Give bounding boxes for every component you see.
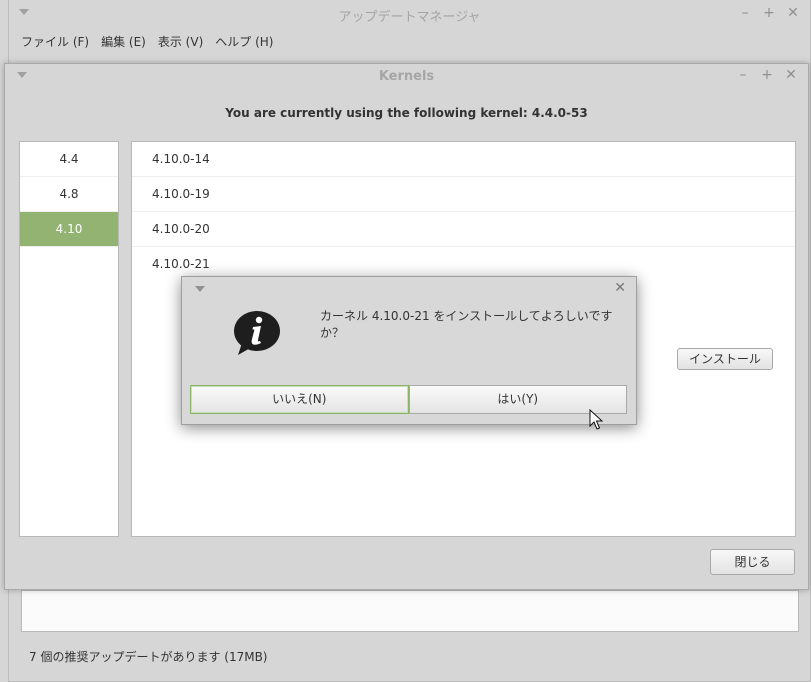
info-icon (234, 311, 280, 355)
kernel-row[interactable]: 4.10.0-20 (132, 212, 795, 247)
kernels-titlebar[interactable]: Kernels – + ✕ (5, 64, 808, 89)
window-menu-icon[interactable] (17, 72, 27, 78)
menubar: ファイル (F) 編集 (E) 表示 (V) ヘルプ (H) (9, 30, 810, 52)
menu-help[interactable]: ヘルプ (H) (215, 33, 273, 50)
menu-view[interactable]: 表示 (V) (158, 33, 203, 50)
kernel-series-list: 4.4 4.8 4.10 (19, 141, 119, 537)
close-icon[interactable]: ✕ (786, 5, 800, 21)
current-kernel-heading: You are currently using the following ke… (225, 106, 588, 120)
install-button[interactable]: インストール (677, 348, 773, 370)
maximize-icon[interactable]: + (762, 5, 776, 21)
kernels-title: Kernels (378, 69, 435, 84)
close-icon[interactable]: ✕ (784, 67, 798, 83)
minimize-icon[interactable]: – (738, 5, 752, 21)
maximize-icon[interactable]: + (760, 67, 774, 83)
dialog-message: カーネル 4.10.0-21 をインストールしてよろしいですか？ (320, 309, 613, 340)
kernel-row[interactable]: 4.10.0-19 (132, 177, 795, 212)
update-manager-titlebar[interactable]: アップデートマネージャ – + ✕ (9, 0, 810, 30)
status-text: 7 個の推奨アップデートがあります (17MB) (29, 650, 268, 664)
kernel-row[interactable]: 4.10.0-14 (132, 142, 795, 177)
mouse-pointer-icon (589, 409, 604, 430)
close-button[interactable]: 閉じる (710, 549, 795, 575)
menu-edit[interactable]: 編集 (E) (101, 33, 146, 50)
update-manager-title: アップデートマネージャ (338, 9, 481, 25)
window-menu-icon[interactable] (195, 286, 205, 292)
update-list[interactable] (21, 590, 799, 632)
confirm-install-dialog: ✕ カーネル 4.10.0-21 をインストールしてよろしいですか？ いいえ(N… (181, 276, 637, 425)
close-icon[interactable]: ✕ (614, 280, 626, 296)
series-item-4-8[interactable]: 4.8 (20, 177, 118, 212)
dialog-button-row: いいえ(N) はい(Y) (190, 385, 627, 416)
minimize-icon[interactable]: – (736, 67, 750, 83)
series-item-4-4[interactable]: 4.4 (20, 142, 118, 177)
menu-file[interactable]: ファイル (F) (21, 33, 89, 50)
no-button[interactable]: いいえ(N) (190, 385, 409, 414)
series-item-4-10[interactable]: 4.10 (20, 212, 118, 247)
window-menu-icon[interactable] (19, 9, 29, 15)
